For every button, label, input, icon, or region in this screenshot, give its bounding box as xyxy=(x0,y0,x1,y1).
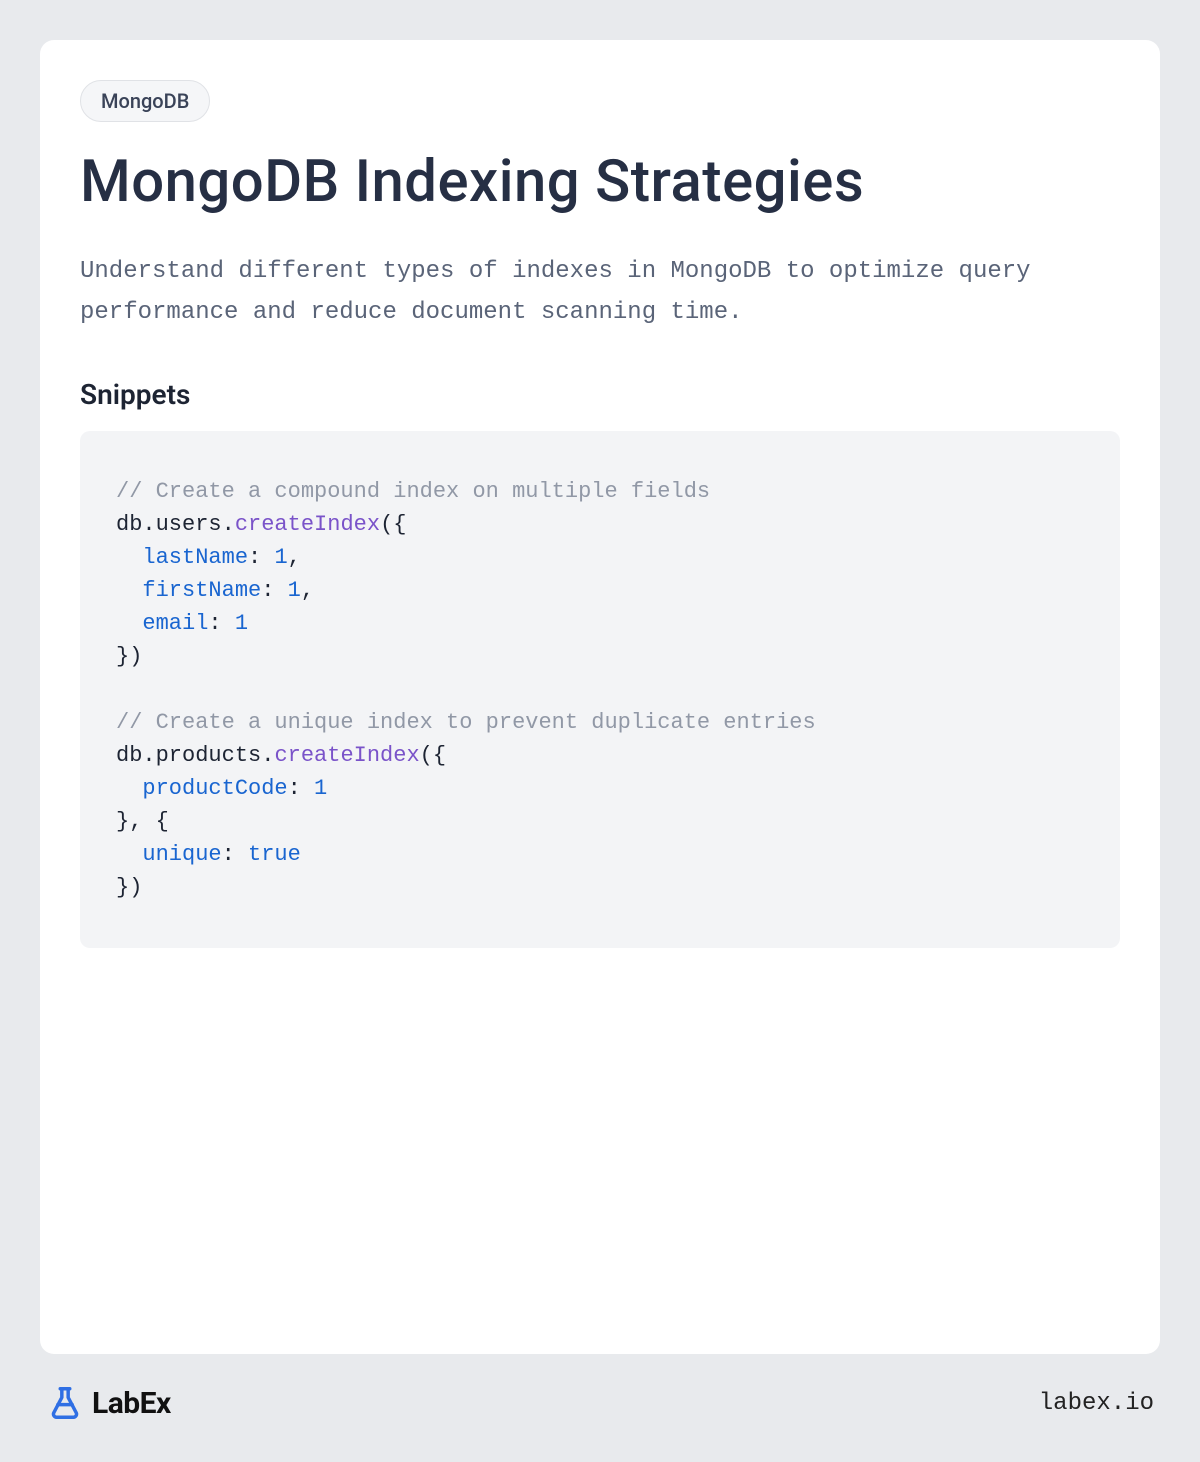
code-snippet: // Create a compound index on multiple f… xyxy=(80,431,1120,948)
content-card: MongoDB MongoDB Indexing Strategies Unde… xyxy=(40,40,1160,1354)
category-tag: MongoDB xyxy=(80,80,210,122)
site-url: labex.io xyxy=(1039,1390,1154,1417)
code-num: 1 xyxy=(235,611,248,636)
code-key: lastName xyxy=(142,545,248,570)
code-comment: // Create a compound index on multiple f… xyxy=(116,479,710,504)
code-comment: // Create a unique index to prevent dupl… xyxy=(116,710,816,735)
code-key: email xyxy=(142,611,208,636)
code-key: unique xyxy=(142,842,221,867)
code-text: ({ xyxy=(420,743,446,768)
brand-text: LabEx xyxy=(92,1386,171,1421)
code-num: 1 xyxy=(314,776,327,801)
code-text: db.products. xyxy=(116,743,274,768)
code-key: productCode xyxy=(142,776,287,801)
page-title: MongoDB Indexing Strategies xyxy=(80,148,1120,216)
code-fn: createIndex xyxy=(235,512,380,537)
footer: LabEx labex.io xyxy=(40,1354,1160,1422)
code-key: firstName xyxy=(142,578,261,603)
code-text: }) xyxy=(116,875,142,900)
code-text: }) xyxy=(116,644,142,669)
code-text: ({ xyxy=(380,512,406,537)
code-text: db.users. xyxy=(116,512,235,537)
code-fn: createIndex xyxy=(274,743,419,768)
flask-icon xyxy=(46,1384,84,1422)
brand: LabEx xyxy=(46,1384,171,1422)
code-bool: true xyxy=(248,842,301,867)
code-num: 1 xyxy=(288,578,301,603)
code-num: 1 xyxy=(274,545,287,570)
description: Understand different types of indexes in… xyxy=(80,252,1120,334)
code-text: }, { xyxy=(116,809,169,834)
snippets-heading: Snippets xyxy=(80,378,1120,411)
